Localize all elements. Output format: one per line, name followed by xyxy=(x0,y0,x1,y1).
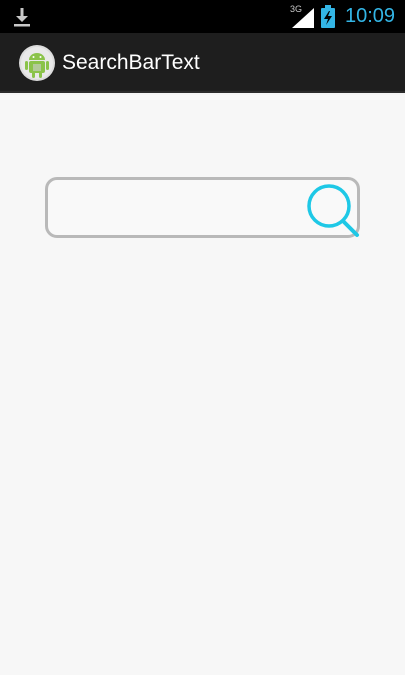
search-bar[interactable] xyxy=(45,177,360,238)
android-icon[interactable] xyxy=(18,42,56,84)
action-bar: SearchBarText xyxy=(0,33,405,93)
search-icon[interactable] xyxy=(304,181,364,241)
search-input[interactable] xyxy=(58,186,298,230)
main-content xyxy=(0,95,405,675)
battery-charging-icon xyxy=(321,5,335,28)
clock: 10:09 xyxy=(345,5,396,27)
signal-icon xyxy=(292,8,314,28)
app-title: SearchBarText xyxy=(62,51,200,74)
download-icon xyxy=(14,8,30,27)
status-bar: 3G 10:09 xyxy=(0,0,405,33)
